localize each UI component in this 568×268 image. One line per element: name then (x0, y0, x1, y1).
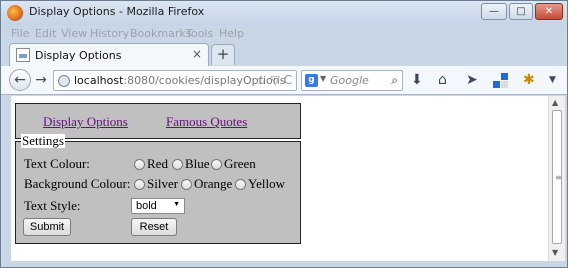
share-icon[interactable]: ➤ (466, 71, 478, 89)
submit-button[interactable]: Submit (23, 218, 71, 236)
extension-icon[interactable]: ✱ (523, 71, 535, 89)
addon-icon[interactable] (493, 73, 509, 94)
scrollbar-thumb[interactable]: ≡ (552, 110, 562, 244)
navigation-toolbar: ← → localhost:8080/cookies/displayOption… (1, 66, 567, 95)
home-icon[interactable]: ⌂ (438, 71, 447, 89)
menu-file[interactable]: File (11, 27, 29, 40)
menu-view[interactable]: View (61, 27, 87, 40)
scroll-down-icon[interactable]: ▼ (552, 248, 558, 257)
minimize-button[interactable]: — (481, 3, 507, 20)
google-icon[interactable]: g (305, 74, 318, 87)
radio-text-blue[interactable] (172, 159, 183, 170)
radio-bg-yellow-label[interactable]: Yellow (248, 176, 285, 192)
menu-tools[interactable]: Tools (186, 27, 213, 40)
title-bar: Display Options - Mozilla Firefox — □ ✕ (1, 1, 567, 25)
page-favicon-icon (16, 48, 30, 62)
back-button[interactable]: ← (9, 69, 31, 91)
url-host: localhost (74, 74, 124, 87)
tab-display-options[interactable]: Display Options × (9, 43, 209, 66)
menu-bookmarks[interactable]: Bookmarks (130, 27, 191, 40)
url-bar[interactable]: localhost:8080/cookies/displayOptions ☆ … (53, 70, 297, 91)
search-bar[interactable]: g ▼ Google ⌕ (301, 70, 403, 91)
settings-legend: Settings (21, 133, 65, 148)
tab-strip: Display Options × + (1, 41, 567, 66)
radio-text-red-label[interactable]: Red (147, 156, 168, 172)
url-actions[interactable]: ☆ ▽ C (256, 73, 292, 87)
maximize-button[interactable]: □ (509, 3, 533, 20)
reset-button[interactable]: Reset (131, 218, 177, 236)
text-style-select[interactable]: bold ▼ (131, 198, 185, 214)
addon-squares-icon (493, 73, 508, 88)
search-placeholder: Google (330, 74, 369, 87)
radio-text-red[interactable] (134, 159, 145, 170)
link-display-options[interactable]: Display Options (43, 114, 128, 130)
new-tab-button[interactable]: + (211, 44, 235, 65)
forward-button[interactable]: → (33, 70, 49, 90)
chevron-down-icon: ▼ (173, 201, 180, 208)
page-content: Display Options Famous Quotes Settings T… (11, 96, 548, 261)
tab-close-icon[interactable]: × (192, 47, 202, 61)
menu-bar: File Edit View History Bookmarks Tools H… (1, 25, 567, 41)
grip-icon: ≡ (555, 173, 562, 182)
menu-edit[interactable]: Edit (35, 27, 56, 40)
radio-bg-yellow[interactable] (235, 179, 246, 190)
firefox-logo-icon (7, 5, 23, 21)
download-icon[interactable]: ⬇ (411, 71, 423, 89)
text-colour-label: Text Colour: (24, 156, 90, 171)
radio-bg-silver-label[interactable]: Silver (147, 176, 178, 192)
menu-history[interactable]: History (90, 27, 129, 40)
radio-text-green-label[interactable]: Green (224, 156, 256, 172)
radio-text-blue-label[interactable]: Blue (185, 156, 210, 172)
settings-fieldset: Settings Text Colour: Red Blue Green Bac… (15, 134, 301, 244)
browser-window: Display Options - Mozilla Firefox — □ ✕ … (0, 0, 568, 268)
close-window-button[interactable]: ✕ (535, 3, 563, 20)
radio-bg-orange[interactable] (181, 179, 192, 190)
search-icon[interactable]: ⌕ (391, 73, 398, 88)
globe-icon (58, 75, 70, 87)
radio-text-green[interactable] (211, 159, 222, 170)
radio-bg-silver[interactable] (134, 179, 145, 190)
menu-help[interactable]: Help (219, 27, 244, 40)
background-colour-label: Background Colour: (24, 176, 131, 191)
window-title: Display Options - Mozilla Firefox (29, 5, 205, 18)
text-style-value: bold (136, 200, 157, 212)
tab-title: Display Options (35, 49, 122, 62)
search-engine-dropdown-icon[interactable]: ▼ (320, 74, 326, 83)
radio-bg-orange-label[interactable]: Orange (194, 176, 232, 192)
text-style-label: Text Style: (24, 198, 81, 213)
scroll-up-icon[interactable]: ▲ (552, 98, 558, 107)
link-famous-quotes[interactable]: Famous Quotes (166, 114, 247, 130)
url-text: localhost:8080/cookies/displayOptions (74, 74, 285, 87)
menu-icon[interactable]: ▼ (549, 71, 556, 89)
vertical-scrollbar[interactable]: ▲ ≡ ▼ (548, 96, 565, 261)
